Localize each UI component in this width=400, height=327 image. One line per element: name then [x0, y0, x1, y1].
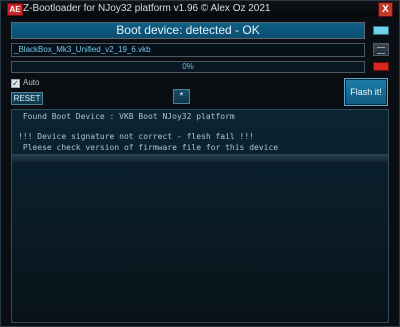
log-divider	[12, 154, 388, 162]
window-title: Z-Bootloader for NJoy32 platform v1.96 ©…	[23, 3, 271, 14]
close-button[interactable]: X	[378, 2, 393, 17]
flash-progress-bar: 0%	[11, 61, 365, 73]
log-line: Pleese check version of firmware file fo…	[18, 143, 279, 152]
firmware-file-field[interactable]: _BlackBox_Mk3_Unified_v2_19_6.vkb	[11, 43, 365, 57]
boot-status-banner: Boot device: detected - OK	[11, 22, 365, 39]
bootloader-window: AE Z-Bootloader for NJoy32 platform v1.9…	[0, 0, 400, 327]
reset-button[interactable]: RESET	[11, 92, 43, 105]
error-indicator-icon	[373, 62, 389, 71]
log-line: Found Boot Device : VKB Boot NJoy32 plat…	[18, 112, 235, 121]
log-output[interactable]: Found Boot Device : VKB Boot NJoy32 plat…	[11, 109, 389, 323]
progress-label: 0%	[182, 62, 194, 71]
star-button[interactable]: *	[173, 89, 190, 104]
status-indicator-icon	[373, 26, 389, 35]
browse-file-button[interactable]	[373, 43, 389, 56]
app-icon: AE	[7, 3, 23, 16]
browse-icon	[377, 47, 385, 54]
auto-checkbox[interactable]: ✓	[11, 79, 20, 88]
auto-checkbox-label: Auto	[23, 78, 40, 87]
title-bar: AE Z-Bootloader for NJoy32 platform v1.9…	[1, 1, 399, 17]
log-line: !!! Device signature not correct - flesh…	[18, 132, 255, 141]
flash-button[interactable]: Flash it!	[344, 78, 388, 106]
